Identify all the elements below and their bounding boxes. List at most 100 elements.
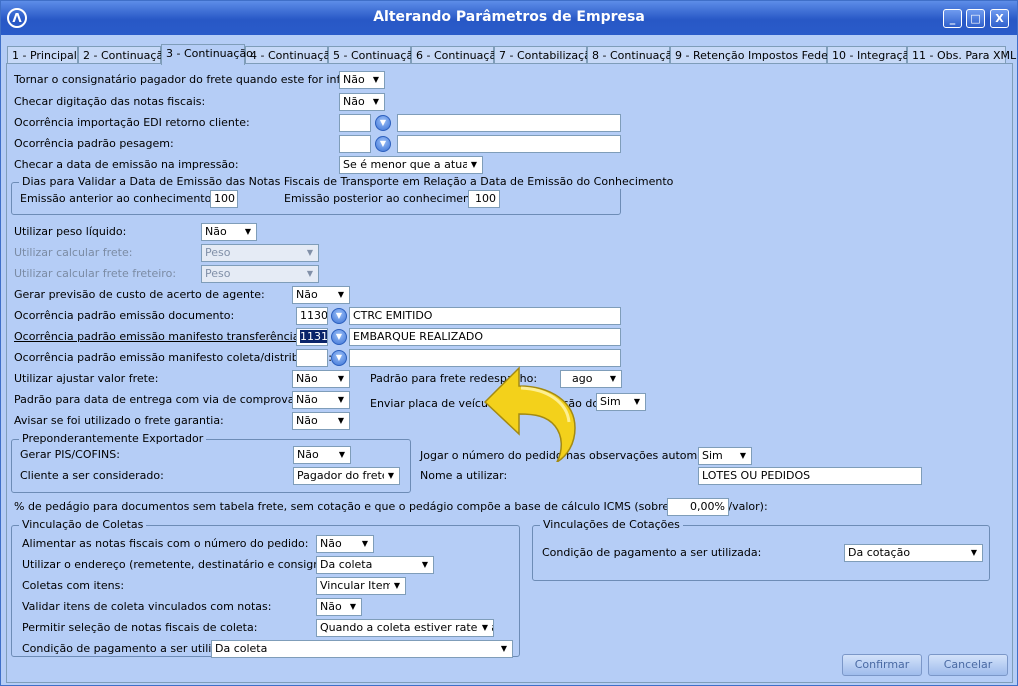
chevron-down-icon[interactable]: ▼ <box>358 537 372 551</box>
chevron-down-icon[interactable]: ▼ <box>369 73 383 87</box>
maximize-button[interactable]: □ <box>966 9 985 28</box>
ocorrencia-transferencia-label: Ocorrência padrão emissão manifesto tran… <box>14 330 304 343</box>
chevron-down-icon[interactable]: ▼ <box>630 395 644 409</box>
lookup-icon[interactable]: ▼ <box>331 329 347 345</box>
chevron-down-icon[interactable]: ▼ <box>736 449 750 463</box>
vinculacoes-cotacoes-group-title: Vinculações de Cotações <box>540 518 683 532</box>
previsao-custo-value: Não <box>296 288 318 301</box>
lookup-icon[interactable]: ▼ <box>375 136 391 152</box>
alimentar-select[interactable]: Não ▼ <box>316 535 374 553</box>
ocorrencia-transferencia-code-value: 1131 <box>300 330 328 343</box>
vinculacao-coletas-group-title: Vinculação de Coletas <box>19 518 147 532</box>
nome-utilizar-input[interactable]: LOTES OU PEDIDOS <box>698 467 922 485</box>
ocorrencia-pesagem-desc-input[interactable] <box>397 135 621 153</box>
lookup-icon[interactable]: ▼ <box>331 308 347 324</box>
close-button[interactable]: X <box>990 9 1009 28</box>
consignatario-select[interactable]: Não ▼ <box>339 71 385 89</box>
title-bar[interactable]: Λ Alterando Parâmetros de Empresa _ □ X <box>1 1 1017 35</box>
chevron-down-icon[interactable]: ▼ <box>606 372 620 386</box>
ocorrencia-documento-code-input[interactable]: 1130 <box>296 307 328 325</box>
coletas-itens-value: Vincular Item <box>320 579 394 592</box>
previsao-custo-label: Gerar previsão de custo de acerto de age… <box>14 288 265 301</box>
ocorrencia-documento-label: Ocorrência padrão emissão documento: <box>14 309 235 322</box>
checar-data-select[interactable]: Se é menor que a atual ▼ <box>339 156 483 174</box>
chevron-down-icon[interactable]: ▼ <box>467 158 481 172</box>
nome-utilizar-label: Nome a utilizar: <box>420 469 508 482</box>
cliente-considerado-select[interactable]: Pagador do frete ▼ <box>293 467 400 485</box>
permitir-selecao-value: Quando a coleta estiver rateada <box>320 621 494 634</box>
enviar-placa-select[interactable]: Sim ▼ <box>596 393 646 411</box>
checar-data-value: Se é menor que a atual <box>343 158 472 171</box>
tab-obs-xml[interactable]: 11 - Obs. Para XML <box>907 46 1016 64</box>
ocorrencia-edi-code-input[interactable] <box>339 114 371 132</box>
chevron-down-icon[interactable]: ▼ <box>241 225 255 239</box>
validar-itens-select[interactable]: Não ▼ <box>316 598 362 616</box>
chevron-down-icon: ▼ <box>303 246 317 260</box>
tab-continuacao-4[interactable]: 4 - Continuação <box>245 46 337 64</box>
chevron-down-icon[interactable]: ▼ <box>497 642 511 656</box>
calcular-frete-freteiro-label: Utilizar calcular frete freteiro: <box>14 267 177 280</box>
minimize-button[interactable]: _ <box>943 9 962 28</box>
chevron-down-icon[interactable]: ▼ <box>369 95 383 109</box>
ajustar-valor-select[interactable]: Não ▼ <box>292 370 350 388</box>
data-entrega-select[interactable]: Não ▼ <box>292 391 350 409</box>
ocorrencia-transferencia-code-input[interactable]: 1131 <box>296 328 328 346</box>
curved-arrow-icon <box>483 366 576 462</box>
condicao-coleta-select[interactable]: Da coleta ▼ <box>211 640 513 658</box>
ocorrencia-edi-desc-input[interactable] <box>397 114 621 132</box>
condicao-cotacao-select[interactable]: Da cotação ▼ <box>844 544 983 562</box>
chevron-down-icon[interactable]: ▼ <box>334 393 348 407</box>
coletas-itens-label: Coletas com itens: <box>22 579 125 592</box>
chevron-down-icon[interactable]: ▼ <box>478 621 492 635</box>
peso-liquido-value: Não <box>205 225 227 238</box>
condicao-coleta-label: Condição de pagamento a ser utilizada: <box>22 642 242 655</box>
lookup-icon[interactable]: ▼ <box>331 350 347 366</box>
ocorrencia-transferencia-desc-input[interactable]: EMBARQUE REALIZADO <box>349 328 621 346</box>
pedagio-input[interactable]: 0,00% <box>667 498 729 516</box>
chevron-down-icon[interactable]: ▼ <box>334 288 348 302</box>
ocorrencia-documento-desc-input[interactable]: CTRC EMITIDO <box>349 307 621 325</box>
checar-digitacao-label: Checar digitação das notas fiscais: <box>14 95 206 108</box>
chevron-down-icon[interactable]: ▼ <box>384 469 398 483</box>
endereco-label: Utilizar o endereço (remetente, destinat… <box>22 558 361 571</box>
tab-integracao[interactable]: 10 - Integração <box>827 46 916 64</box>
peso-liquido-select[interactable]: Não ▼ <box>201 223 257 241</box>
pis-cofins-value: Não <box>297 448 319 461</box>
condicao-coleta-value: Da coleta <box>215 642 268 655</box>
frete-garantia-select[interactable]: Não ▼ <box>292 412 350 430</box>
ocorrencia-coleta-code-input[interactable] <box>296 349 328 367</box>
tab-continuacao-3[interactable]: 3 - Continuação <box>161 44 253 65</box>
coletas-itens-select[interactable]: Vincular Item ▼ <box>316 577 406 595</box>
tab-panel: Tornar o consignatário pagador do frete … <box>6 63 1013 683</box>
tab-continuacao-8[interactable]: 8 - Continuação <box>587 46 679 64</box>
tab-continuacao-6[interactable]: 6 - Continuação <box>411 46 503 64</box>
permitir-selecao-select[interactable]: Quando a coleta estiver rateada ▼ <box>316 619 494 637</box>
chevron-down-icon[interactable]: ▼ <box>418 558 432 572</box>
tab-principal[interactable]: 1 - Principal <box>7 46 78 64</box>
emissao-anterior-label: Emissão anterior ao conhecimento: <box>20 192 216 205</box>
calcular-frete-value: Peso <box>205 246 231 259</box>
emissao-posterior-input[interactable]: 100 <box>468 190 500 208</box>
chevron-down-icon[interactable]: ▼ <box>967 546 981 560</box>
emissao-anterior-input[interactable]: 100 <box>210 190 238 208</box>
tab-continuacao-2[interactable]: 2 - Continuação <box>78 46 170 64</box>
ajustar-valor-value: Não <box>296 372 318 385</box>
chevron-down-icon[interactable]: ▼ <box>334 372 348 386</box>
chevron-down-icon[interactable]: ▼ <box>390 579 404 593</box>
jogar-pedido-select[interactable]: Sim ▼ <box>698 447 752 465</box>
ocorrencia-pesagem-code-input[interactable] <box>339 135 371 153</box>
lookup-icon[interactable]: ▼ <box>375 115 391 131</box>
tab-retencao-impostos[interactable]: 9 - Retenção Impostos Federais <box>670 46 848 64</box>
tab-contabilizacao[interactable]: 7 - Contabilização <box>494 46 598 64</box>
previsao-custo-select[interactable]: Não ▼ <box>292 286 350 304</box>
checar-digitacao-select[interactable]: Não ▼ <box>339 93 385 111</box>
chevron-down-icon[interactable]: ▼ <box>335 448 349 462</box>
permitir-selecao-label: Permitir seleção de notas fiscais de col… <box>22 621 258 634</box>
cancelar-button[interactable]: Cancelar <box>928 654 1008 676</box>
endereco-select[interactable]: Da coleta ▼ <box>316 556 434 574</box>
confirmar-button[interactable]: Confirmar <box>842 654 922 676</box>
chevron-down-icon[interactable]: ▼ <box>346 600 360 614</box>
pis-cofins-select[interactable]: Não ▼ <box>293 446 351 464</box>
chevron-down-icon[interactable]: ▼ <box>334 414 348 428</box>
tab-continuacao-5[interactable]: 5 - Continuação <box>328 46 420 64</box>
